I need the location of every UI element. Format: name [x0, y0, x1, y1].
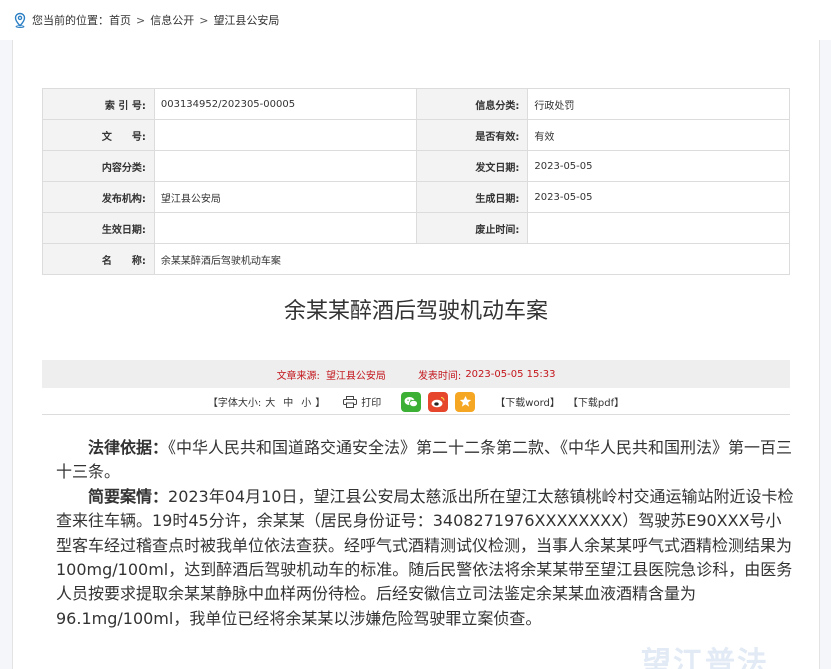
- summary-text: 2023年04月10日，望江县公安局太慈派出所在望江太慈镇桃岭村交通运输站附近设…: [56, 486, 794, 628]
- star-icon: [459, 395, 471, 407]
- effective-date-value: [153, 212, 417, 244]
- repeal-time-value: [527, 212, 790, 244]
- watermark: 望江普法: [641, 646, 769, 669]
- index-value: 003134952/202305-00005: [153, 88, 417, 120]
- publish-time-label: 发表时间:: [417, 370, 462, 382]
- print-button[interactable]: 打印: [343, 394, 381, 409]
- category-label: 信息分类:: [415, 88, 529, 120]
- article-body: 法律依据：《中华人民共和国道路交通安全法》第二十二条第二款、《中华人民共和国刑法…: [56, 436, 796, 631]
- breadcrumb-home-link[interactable]: 首页: [109, 12, 131, 28]
- legal-basis-label: 法律依据：: [88, 438, 169, 457]
- legal-basis-paragraph: 法律依据：《中华人民共和国道路交通安全法》第二十二条第二款、《中华人民共和国刑法…: [56, 436, 796, 485]
- table-row: 文 号: 是否有效: 有效: [42, 119, 790, 151]
- breadcrumb-prefix: 您当前的位置：: [32, 14, 109, 27]
- index-label: 索 引 号:: [42, 88, 155, 120]
- font-size-medium-button[interactable]: 中: [283, 394, 293, 409]
- effective-date-label: 生效日期:: [42, 212, 155, 244]
- font-size-close: 】: [315, 398, 326, 409]
- favorite-button[interactable]: [455, 391, 476, 412]
- doc-number-label: 文 号:: [42, 119, 155, 151]
- breadcrumb-separator: >: [136, 13, 146, 27]
- printer-icon: [343, 395, 358, 408]
- breadcrumb: 您当前的位置： 首页 > 信息公开 > 望江县公安局: [0, 0, 831, 40]
- content-panel: 索 引 号: 003134952/202305-00005 信息分类: 行政处罚…: [12, 40, 820, 669]
- download-pdf-link[interactable]: 【下载pdf】: [568, 394, 624, 409]
- breadcrumb-bureau-link[interactable]: 望江县公安局: [213, 12, 279, 28]
- font-size-large-button[interactable]: 大: [265, 394, 275, 409]
- issue-date-value: 2023-05-05: [527, 150, 790, 182]
- breadcrumb-separator: >: [199, 13, 209, 27]
- issue-date-label: 发文日期:: [415, 150, 529, 182]
- font-size-small-button[interactable]: 小: [301, 394, 311, 409]
- validity-label: 是否有效:: [415, 119, 529, 151]
- table-row: 索 引 号: 003134952/202305-00005 信息分类: 行政处罚: [42, 88, 790, 120]
- content-category-value: [153, 150, 417, 182]
- category-value: 行政处罚: [527, 88, 790, 120]
- wechat-icon: [404, 396, 419, 407]
- repeal-time-label: 废止时间:: [415, 212, 529, 244]
- name-value: 余某某醉酒后驾驶机动车案: [153, 243, 791, 275]
- article-title: 余某某醉酒后驾驶机动车案: [283, 299, 548, 324]
- source-label: 文章来源:: [276, 370, 320, 382]
- weibo-icon: [431, 396, 445, 407]
- table-row: 生效日期: 废止时间:: [42, 212, 790, 244]
- table-row: 发布机构: 望江县公安局 生成日期: 2023-05-05: [42, 181, 790, 213]
- print-label: 打印: [361, 398, 382, 409]
- source-value: 望江县公安局: [325, 370, 386, 382]
- summary-label: 简要案情：: [88, 486, 169, 506]
- validity-value: 有效: [527, 119, 790, 151]
- wechat-share-button[interactable]: [401, 391, 422, 412]
- publish-time-value: 2023-05-05 15:33: [465, 368, 556, 380]
- weibo-share-button[interactable]: [428, 391, 449, 412]
- generated-date-label: 生成日期:: [415, 181, 529, 213]
- summary-paragraph: 简要案情：2023年04月10日，望江县公安局太慈派出所在望江太慈镇桃岭村交通运…: [56, 485, 796, 631]
- doc-number-value: [153, 119, 417, 151]
- table-row: 名 称: 余某某醉酒后驾驶机动车案: [42, 243, 791, 275]
- article-toolbar: 【字体大小: 大 中 小 】 打印 【下载word】 【下载pdf】: [42, 389, 790, 415]
- download-word-link[interactable]: 【下载word】: [495, 394, 560, 409]
- breadcrumb-info-link[interactable]: 信息公开: [150, 12, 194, 28]
- metadata-table: 索 引 号: 003134952/202305-00005 信息分类: 行政处罚…: [42, 88, 791, 275]
- table-row: 内容分类: 发文日期: 2023-05-05: [42, 150, 790, 182]
- name-label: 名 称:: [42, 243, 155, 275]
- font-size-label: 【字体大小:: [207, 398, 262, 409]
- article-info-bar: 文章来源: 望江县公安局 发表时间: 2023-05-05 15:33: [42, 360, 790, 388]
- publisher-label: 发布机构:: [42, 181, 155, 213]
- content-category-label: 内容分类:: [42, 150, 155, 182]
- generated-date-value: 2023-05-05: [527, 181, 790, 213]
- location-pin-icon: [14, 12, 26, 28]
- publisher-value: 望江县公安局: [153, 181, 417, 213]
